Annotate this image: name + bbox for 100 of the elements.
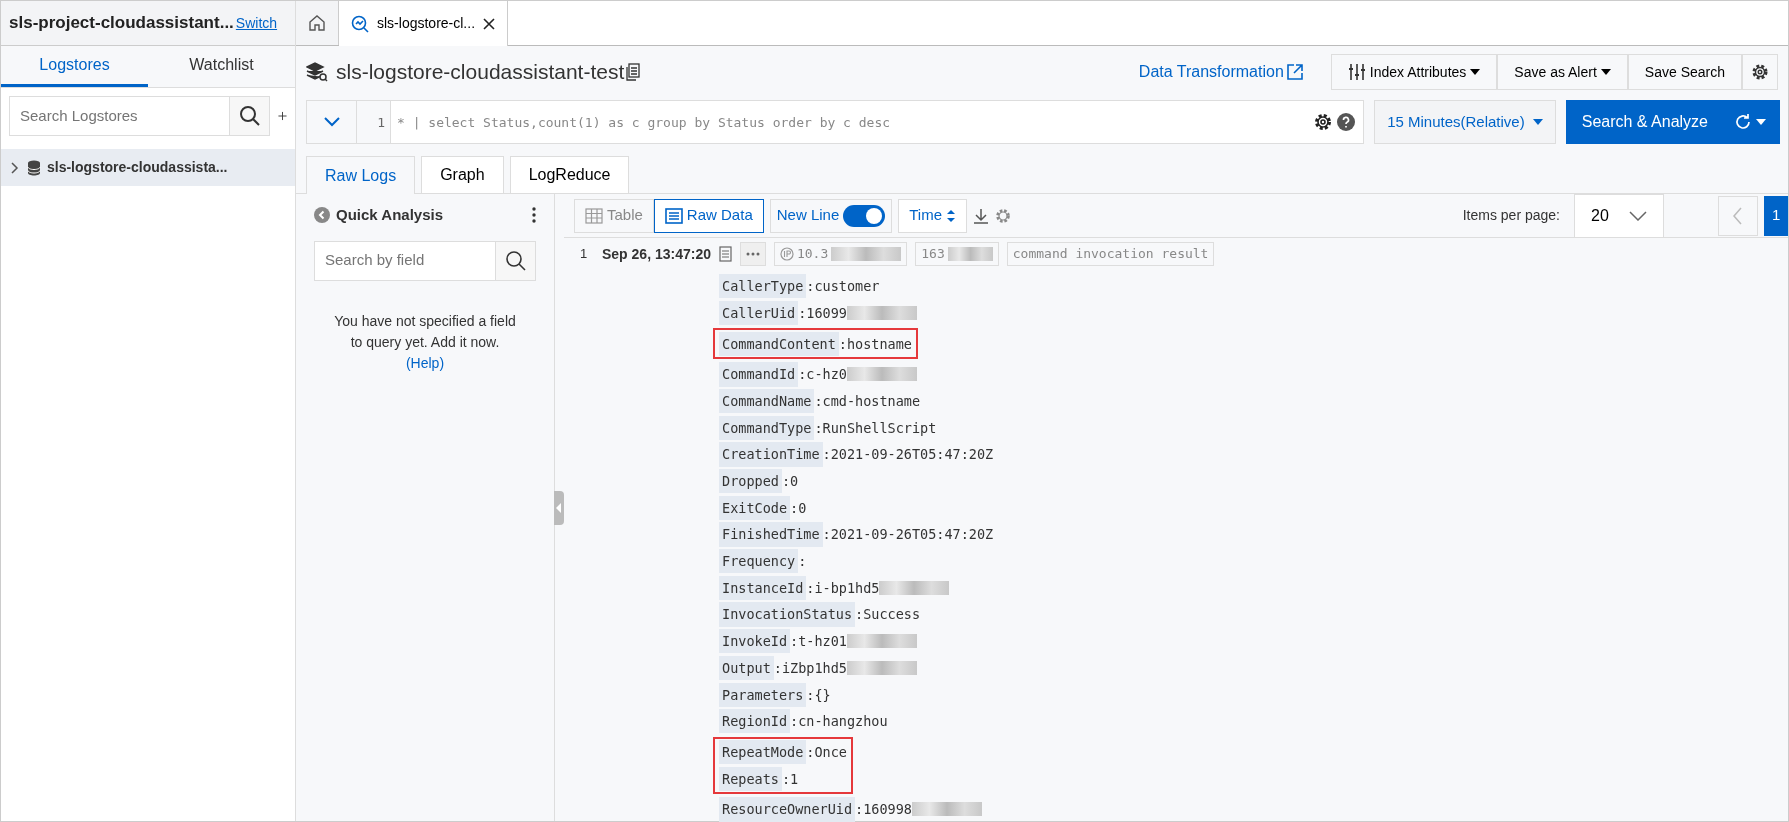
field-key[interactable]: CreationTime	[719, 442, 823, 467]
field-value: :hostname	[838, 334, 912, 354]
sort-button[interactable]: Time	[898, 198, 968, 233]
settings-button[interactable]	[1742, 54, 1778, 90]
field-value: :0	[781, 472, 799, 492]
toggle-switch[interactable]	[843, 204, 886, 227]
caret-icon	[1600, 69, 1611, 75]
index-attributes-button[interactable]: Index Attributes	[1330, 54, 1498, 90]
field-value: :c-hz0	[798, 365, 847, 385]
field-value: :t-hz01	[790, 632, 847, 652]
field-key[interactable]: InvocationStatus	[719, 602, 856, 627]
chevron-icon[interactable]	[9, 161, 21, 174]
view-tab[interactable]: Graph	[421, 156, 504, 193]
field-search[interactable]: Search by field	[314, 240, 536, 281]
field-value: :customer	[806, 277, 880, 297]
view-tab[interactable]: Raw Logs	[306, 156, 416, 194]
refresh-icon[interactable]	[1734, 113, 1752, 131]
table-icon	[585, 207, 603, 224]
items-per-page-label: Items per page:	[1462, 206, 1560, 225]
field-key[interactable]: FinishedTime	[719, 522, 823, 547]
settings-icon[interactable]	[1313, 112, 1334, 132]
collapse-icon[interactable]	[314, 207, 330, 224]
field-key[interactable]: InvokeId	[719, 629, 791, 654]
ip-tag: 10.3	[773, 242, 908, 266]
field-value: :Once	[806, 742, 847, 762]
caret-icon	[1532, 119, 1543, 125]
home-tab[interactable]	[296, 1, 339, 45]
empty-message: You have not specified a field to query yet. Add it now.	[333, 311, 517, 352]
redacted-mark	[947, 247, 993, 261]
page-button[interactable]: 1	[1764, 195, 1788, 236]
page-size-select[interactable]: 20	[1574, 193, 1664, 238]
field-value: :{}	[806, 685, 831, 705]
field-value: :1	[781, 769, 799, 789]
field-key[interactable]: Parameters	[719, 682, 807, 707]
external-link-icon[interactable]	[1286, 64, 1303, 80]
toggle-label: New Line	[776, 205, 840, 226]
search-icon[interactable]	[229, 97, 269, 135]
logstore-icon	[306, 62, 328, 82]
search-field[interactable]: Search Logstores	[9, 96, 270, 136]
field-key[interactable]: CommandType	[719, 415, 815, 440]
field-value: :i-bp1hd5	[806, 578, 880, 598]
field-value: :cmd-hostname	[814, 391, 921, 411]
field-key[interactable]: InstanceId	[719, 575, 807, 601]
sidebar-tab[interactable]: Logstores	[1, 46, 148, 87]
field-key[interactable]: CallerUid	[719, 300, 799, 326]
close-icon[interactable]	[483, 17, 496, 30]
field-key[interactable]: ExitCode	[719, 495, 791, 520]
caret-icon	[1470, 69, 1481, 75]
field-key[interactable]: Repeats	[719, 766, 782, 791]
save-alert-button[interactable]: Save as Alert	[1497, 54, 1628, 90]
query-text: * | select Status,count(1) as c group by Status order by c desc	[396, 114, 892, 132]
field-key[interactable]: Dropped	[719, 469, 782, 494]
more-icon[interactable]	[532, 207, 536, 224]
query-editor[interactable]: 1 * | select Status,count(1) as c group by Status order by c desc	[306, 100, 1365, 144]
project-title: sls-project-cloudassistant...	[9, 12, 234, 35]
settings-icon	[1751, 63, 1769, 81]
field-key[interactable]: CommandName	[719, 388, 815, 414]
sidebar-tab[interactable]: Watchlist	[148, 46, 295, 87]
search-icon[interactable]	[495, 241, 535, 280]
panel-handle[interactable]	[554, 490, 564, 525]
view-mode-button[interactable]: Raw Data	[653, 198, 764, 233]
field-value: :2021-09-26T05:47:20Z	[822, 525, 994, 545]
save-search-button[interactable]: Save Search	[1627, 54, 1742, 90]
field-value: :	[798, 552, 807, 572]
page-tab[interactable]: sls-logstore-cl...	[339, 1, 509, 46]
field-value: :160998	[855, 800, 912, 820]
sliders-icon	[1347, 63, 1366, 81]
log-time: Sep 26, 13:47:20	[602, 244, 711, 264]
field-value: :0	[790, 498, 807, 518]
field-key[interactable]: CommandContent	[719, 331, 839, 356]
list-icon	[664, 207, 683, 224]
panel-title: Quick Analysis	[336, 205, 443, 225]
field-key[interactable]: ResourceOwnerUid	[719, 797, 856, 822]
field-value: :16099	[798, 303, 847, 323]
help-link[interactable]: (Help)	[314, 352, 536, 374]
view-tab[interactable]: LogReduce	[509, 156, 630, 193]
field-key[interactable]: RegionId	[719, 709, 791, 734]
field-key[interactable]: Frequency	[719, 549, 799, 574]
help-icon[interactable]	[1337, 113, 1356, 131]
logstore-item[interactable]: sls-logstore-cloudassista...	[1, 149, 295, 186]
ip-icon	[779, 247, 794, 261]
line-number: 1	[357, 101, 391, 143]
field-key[interactable]: CallerType	[719, 274, 807, 299]
arrow-icon	[556, 502, 562, 513]
field-value: :Success	[855, 605, 921, 625]
database-icon	[27, 159, 41, 176]
row-number: 1	[580, 245, 589, 264]
field-key[interactable]: RepeatMode	[719, 739, 807, 765]
time-range-dropdown[interactable]: 15 Minutes(Relative)	[1374, 100, 1556, 144]
chevron-icon	[1733, 206, 1743, 225]
field-key[interactable]: CommandId	[719, 362, 799, 387]
switch-link[interactable]: Switch	[235, 12, 278, 34]
data-transformation-link[interactable]: Data Transformation	[1138, 60, 1284, 84]
download-icon[interactable]	[973, 207, 990, 224]
topic-tag: command invocation result	[1006, 242, 1215, 266]
chevron-icon	[323, 117, 340, 127]
search-analyze-button[interactable]: Search & Analyze	[1565, 100, 1780, 144]
copy-icon[interactable]	[626, 63, 641, 81]
field-key[interactable]: Output	[719, 655, 774, 681]
more-icon	[745, 252, 760, 256]
